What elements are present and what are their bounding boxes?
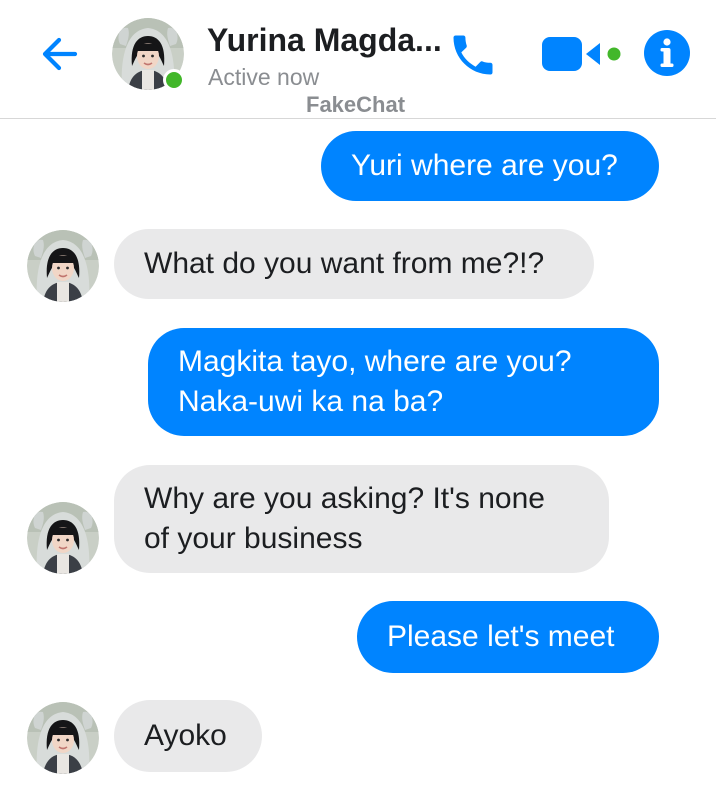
message-text: Ayoko — [144, 719, 227, 752]
contact-avatar-small[interactable] — [27, 230, 99, 302]
chat-header: Yurina Magda... Active now FakeChat — [0, 0, 716, 119]
active-status-dot — [163, 69, 185, 91]
contact-avatar-image — [27, 502, 99, 574]
message-text: Yuri where are you? — [351, 149, 618, 182]
sent-message-bubble[interactable]: Please let's meet — [357, 601, 659, 673]
received-message-bubble[interactable]: What do you want from me?!? — [114, 229, 594, 299]
info-button[interactable] — [642, 28, 692, 78]
message-text: What do you want from me?!? — [144, 247, 545, 280]
messenger-chat-screen: Yurina Magda... Active now FakeChat Yuri… — [0, 0, 716, 792]
sent-message-bubble[interactable]: Magkita tayo, where are you? Naka-uwi ka… — [148, 328, 659, 436]
voice-call-button[interactable] — [444, 26, 502, 84]
fakechat-watermark: FakeChat — [306, 92, 406, 117]
contact-avatar-small[interactable] — [27, 502, 99, 574]
back-button[interactable] — [32, 26, 88, 82]
phone-icon — [453, 35, 493, 75]
arrow-left-icon — [42, 37, 78, 71]
video-camera-icon — [542, 37, 621, 71]
active-status-text: Active now — [208, 64, 320, 90]
contact-avatar-image — [27, 702, 99, 774]
message-text: Why are you asking? It's none — [144, 482, 545, 515]
contact-avatar[interactable] — [112, 18, 185, 91]
video-call-button[interactable] — [540, 32, 624, 76]
info-icon — [644, 30, 690, 76]
contact-avatar-image — [27, 230, 99, 302]
sent-message-bubble[interactable]: Yuri where are you? — [321, 131, 659, 201]
received-message-bubble[interactable]: Why are you asking? It's none of your bu… — [114, 465, 609, 573]
message-thread[interactable]: Yuri where are you? What do you want fro… — [0, 119, 716, 792]
received-message-bubble[interactable]: Ayoko — [114, 700, 262, 772]
message-text: Naka-uwi ka na ba? — [178, 385, 444, 418]
message-text: of your business — [144, 522, 363, 555]
message-text: Please let's meet — [387, 620, 615, 653]
contact-name[interactable]: Yurina Magda... — [207, 20, 442, 60]
contact-avatar-small[interactable] — [27, 702, 99, 774]
message-text: Magkita tayo, where are you? — [178, 345, 572, 378]
